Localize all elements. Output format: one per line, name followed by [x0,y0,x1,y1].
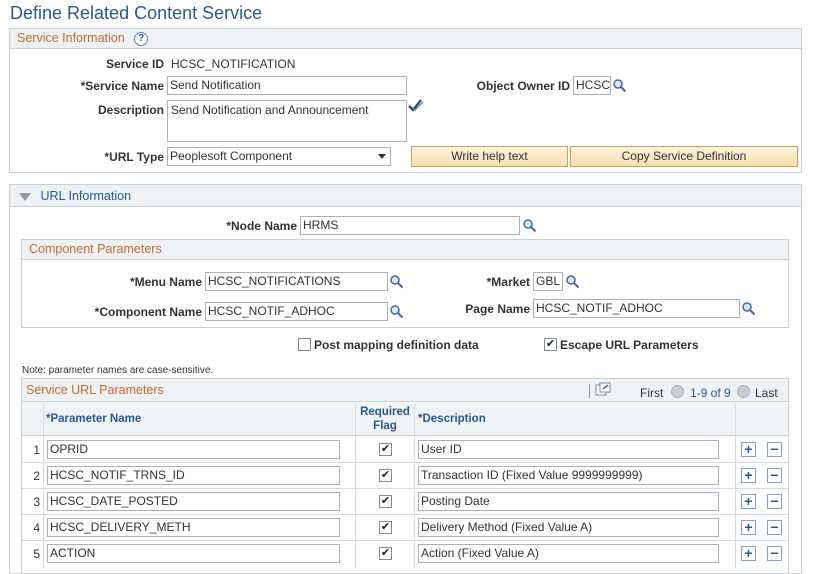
remove-row-button[interactable]: − [767,494,782,509]
escape-url-label: Escape URL Parameters [560,338,699,352]
url-type-label: *URL Type [104,150,164,164]
col-header-required-flag-1[interactable]: Required [356,406,414,418]
col-header-description[interactable]: *Description [418,413,486,425]
row-divider [22,462,788,463]
description-field[interactable]: Action (Fixed Value A) [418,544,719,563]
nav-range: 1-9 of 9 [690,386,731,400]
service-name-field[interactable]: Send Notification [167,76,407,95]
help-icon[interactable]: ? [134,31,149,46]
parameter-name-field[interactable]: OPRID [47,440,340,459]
grid-divider [355,403,356,568]
menu-name-label: *Menu Name [129,275,202,289]
write-help-text-button[interactable]: Write help text [411,146,568,167]
triangle-down-icon[interactable] [19,192,31,201]
prev-arrow-icon[interactable] [671,385,684,398]
url-information-title: URL Information [40,189,132,203]
grid-divider [735,403,736,568]
next-arrow-icon[interactable] [737,385,750,398]
parameter-name-field[interactable]: ACTION [47,544,340,563]
url-information-header[interactable]: URL Information [10,185,801,207]
service-id-label: Service ID [105,57,164,71]
page-name-label: Page Name [465,302,530,316]
post-mapping-label: Post mapping definition data [314,338,479,352]
nav-first[interactable]: First [640,386,663,400]
required-flag-checkbox[interactable]: ✔ [379,469,392,482]
escape-url-checkbox[interactable]: ✔ [544,338,557,351]
url-type-select[interactable]: Peoplesoft Component [167,147,391,166]
col-header-parameter-name[interactable]: *Parameter Name [46,413,141,425]
remove-row-button[interactable]: − [767,442,782,457]
magnifier-icon[interactable] [389,274,404,289]
component-parameters-header: Component Parameters [22,240,788,260]
add-row-button[interactable]: + [741,494,756,509]
parameter-name-field[interactable]: HCSC_DELIVERY_METH [47,518,340,537]
component-name-field[interactable]: HCSC_NOTIF_ADHOC [205,302,388,321]
row-number: 1 [33,443,40,457]
row-number: 4 [33,521,40,535]
component-parameters-title: Component Parameters [29,242,162,256]
description-field[interactable]: Send Notification and Announcement [167,100,407,142]
required-flag-checkbox[interactable]: ✔ [379,547,392,560]
service-information-header: Service Information ? [10,29,801,49]
magnifier-icon[interactable] [522,218,537,233]
row-number: 2 [33,469,40,483]
page-title: Define Related Content Service [10,3,263,23]
description-field[interactable]: Transaction ID (Fixed Value 9999999999) [418,466,719,485]
service-information-title: Service Information [17,31,125,45]
url-type-value: Peoplesoft Component [170,149,293,163]
required-flag-checkbox[interactable]: ✔ [379,495,392,508]
add-row-button[interactable]: + [741,546,756,561]
component-name-label: *Component Name [94,305,202,319]
magnifier-icon[interactable] [612,78,627,93]
required-flag-checkbox[interactable]: ✔ [379,521,392,534]
service-id-value: HCSC_NOTIFICATION [171,57,296,71]
view-all-icon[interactable] [595,382,611,400]
service-url-parameters-title: Service URL Parameters [26,383,164,397]
market-field[interactable]: GBL [533,272,563,291]
row-divider [22,540,788,541]
spellcheck-icon[interactable] [407,98,425,117]
nav-divider [589,384,590,398]
object-owner-field[interactable]: HCSC [573,76,611,95]
copy-service-definition-button[interactable]: Copy Service Definition [570,146,798,167]
magnifier-icon[interactable] [741,301,756,316]
magnifier-icon[interactable] [389,304,404,319]
chevron-down-icon [378,154,386,159]
page-name-field[interactable]: HCSC_NOTIF_ADHOC [533,299,740,318]
description-field[interactable]: User ID [418,440,719,459]
node-name-label: *Node Name [226,219,297,233]
case-sensitive-note: Note: parameter names are case-sensitive… [22,365,214,376]
row-number: 3 [33,495,40,509]
grid-divider [43,403,44,568]
row-divider [22,514,788,515]
parameter-name-field[interactable]: HCSC_DATE_POSTED [47,492,340,511]
object-owner-label: Object Owner ID [476,79,570,93]
description-field[interactable]: Delivery Method (Fixed Value A) [418,518,719,537]
remove-row-button[interactable]: − [767,520,782,535]
description-label: Description [97,103,164,117]
post-mapping-checkbox[interactable] [298,338,311,351]
add-row-button[interactable]: + [741,520,756,535]
service-name-label: *Service Name [80,79,164,93]
add-row-button[interactable]: + [741,442,756,457]
grid-divider [414,403,415,568]
col-header-required-flag-2[interactable]: Flag [356,420,414,432]
add-row-button[interactable]: + [741,468,756,483]
node-name-field[interactable]: HRMS [300,216,520,235]
parameter-name-field[interactable]: HCSC_NOTIF_TRNS_ID [47,466,340,485]
menu-name-field[interactable]: HCSC_NOTIFICATIONS [205,272,388,291]
market-label: *Market [486,275,530,289]
magnifier-icon[interactable] [565,274,580,289]
remove-row-button[interactable]: − [767,546,782,561]
description-field[interactable]: Posting Date [418,492,719,511]
nav-last[interactable]: Last [755,386,778,400]
row-divider [22,488,788,489]
required-flag-checkbox[interactable]: ✔ [379,443,392,456]
row-number: 5 [33,547,40,561]
remove-row-button[interactable]: − [767,468,782,483]
